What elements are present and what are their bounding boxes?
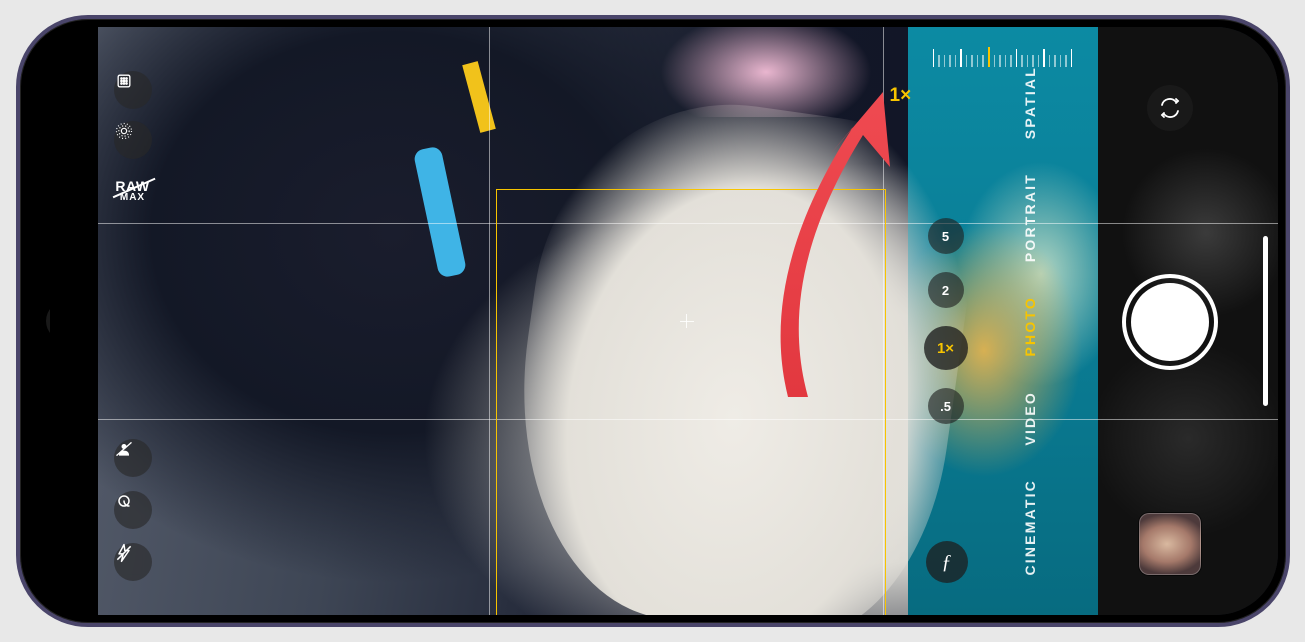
mode-cinematic[interactable]: CINEMATIC [1022, 479, 1038, 576]
zoom-wheel[interactable] [873, 49, 1133, 67]
photographic-styles-button[interactable] [114, 71, 152, 109]
mode-portrait[interactable]: PORTRAIT [1022, 173, 1038, 262]
mode-spatial[interactable]: SPATIAL [1022, 66, 1038, 139]
mode-video[interactable]: VIDEO [1022, 391, 1038, 446]
top-left-controls: RAW MAX [114, 71, 152, 203]
shutter-inner [1131, 283, 1209, 361]
switch-camera-icon [1158, 96, 1182, 120]
live-photo-button[interactable] [114, 121, 152, 159]
bottom-left-controls [114, 439, 152, 581]
camera-screen: RAW MAX [28, 27, 1278, 615]
zoom-preset-5x[interactable]: 5 [928, 218, 964, 254]
zoom-readout: 1× [890, 85, 912, 107]
zoom-preset-05x[interactable]: .5 [928, 388, 964, 424]
raw-toggle[interactable]: RAW MAX [115, 179, 149, 203]
scene-dog [491, 80, 989, 615]
last-photo-thumbnail[interactable] [1139, 513, 1201, 575]
depth-control-button[interactable] [114, 439, 152, 477]
night-mode-button[interactable] [114, 491, 152, 529]
camera-modes: SPATIAL PORTRAIT PHOTO VIDEO CINEMATIC [1022, 27, 1038, 615]
scene-blue [412, 146, 466, 279]
flash-button[interactable] [114, 543, 152, 581]
home-indicator[interactable] [1263, 236, 1268, 406]
scene-pink [656, 27, 876, 117]
camera-viewfinder[interactable] [96, 27, 1278, 615]
person-depth-icon [114, 439, 134, 459]
shutter-button[interactable] [1122, 274, 1218, 370]
switch-camera-button[interactable] [1147, 85, 1193, 131]
right-controls [1122, 27, 1218, 615]
dynamic-island [50, 258, 90, 384]
zoom-preset-2x[interactable]: 2 [928, 272, 964, 308]
night-mode-icon [114, 491, 134, 511]
zoom-preset-1x[interactable]: 1× [924, 326, 968, 370]
scene-yellow [462, 61, 496, 133]
iphone-frame: RAW MAX [16, 15, 1290, 627]
zoom-presets: 5 2 1× .5 [924, 218, 968, 424]
zoom-wheel-cursor [988, 47, 990, 67]
mode-photo[interactable]: PHOTO [1022, 296, 1038, 357]
flash-off-icon [114, 543, 134, 563]
aperture-button[interactable]: ƒ [926, 541, 968, 583]
